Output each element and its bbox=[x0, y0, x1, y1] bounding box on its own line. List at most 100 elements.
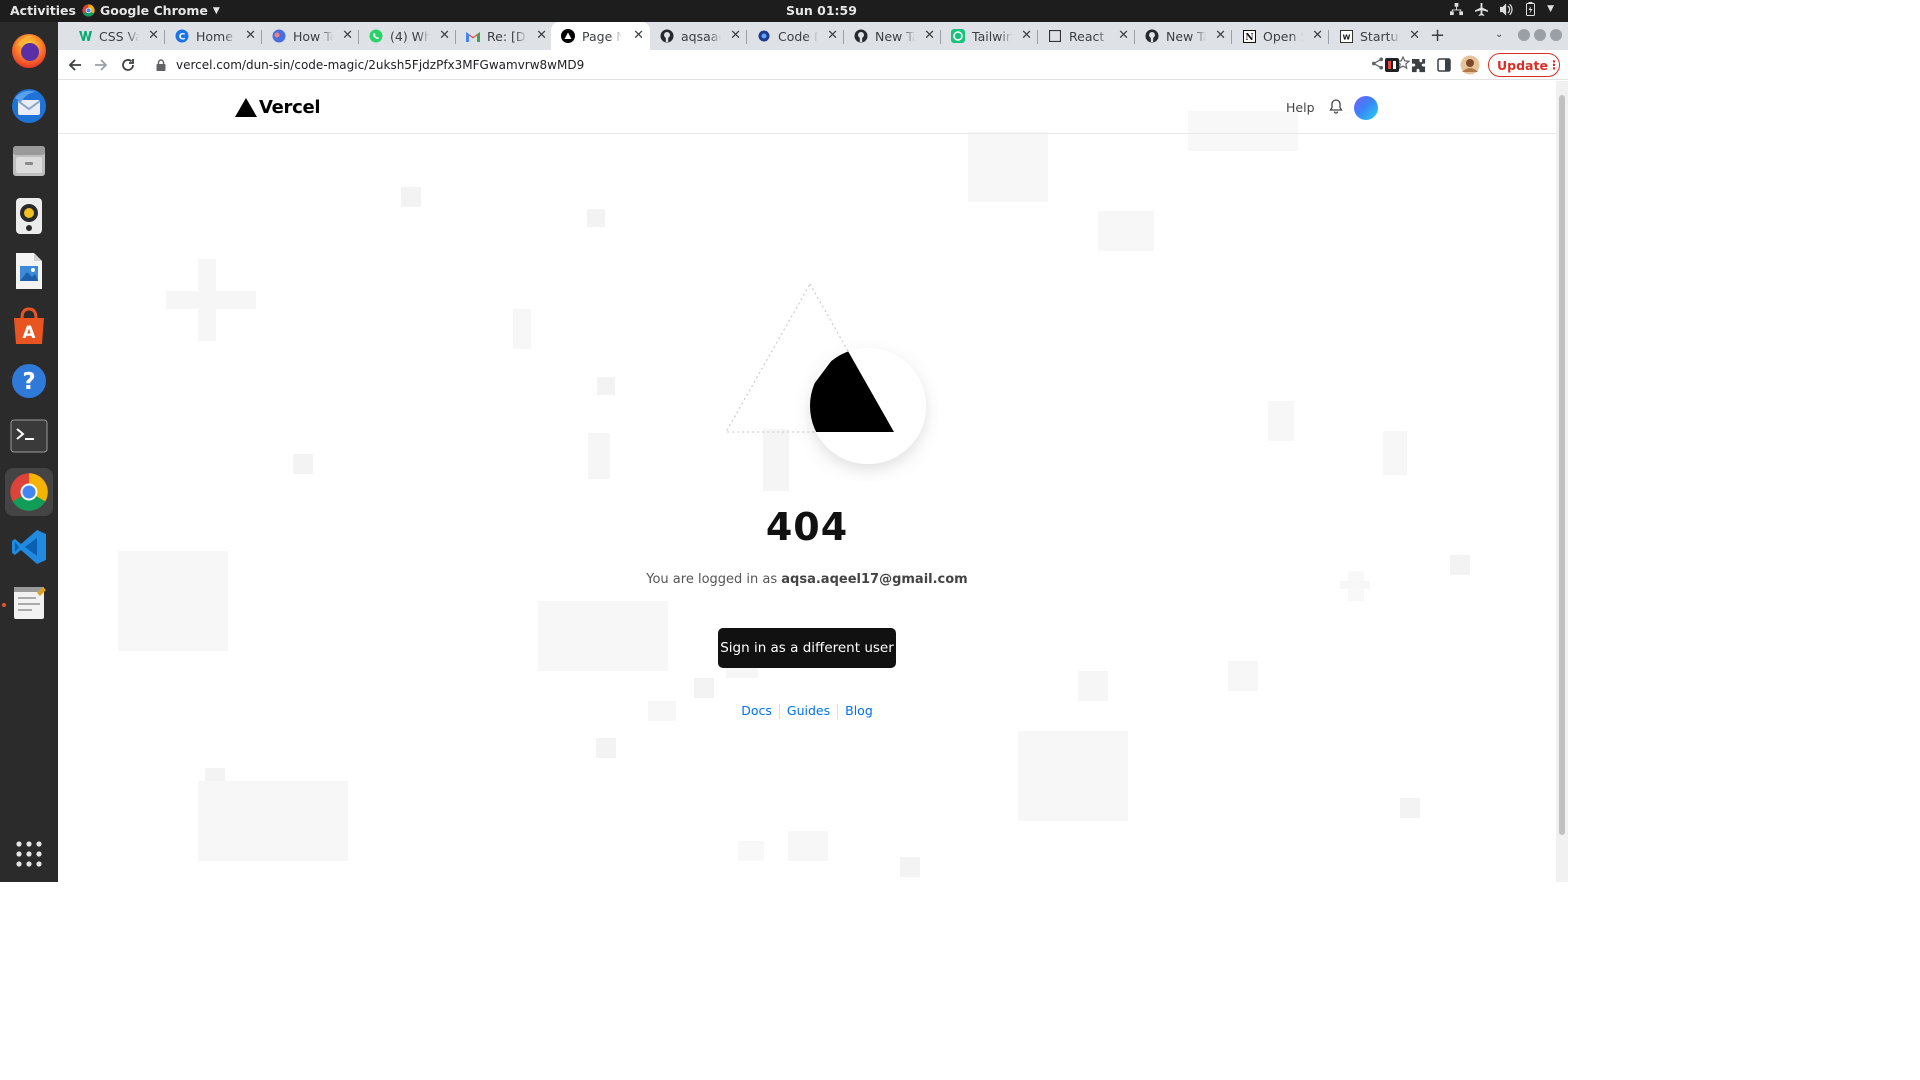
close-icon[interactable]: ✕ bbox=[1215, 28, 1226, 43]
close-icon[interactable]: ✕ bbox=[342, 28, 353, 43]
more-vert-icon: ⋮ bbox=[1547, 58, 1560, 72]
extension-icon[interactable] bbox=[1381, 54, 1403, 76]
close-icon[interactable]: ✕ bbox=[730, 28, 741, 43]
close-icon[interactable]: ✕ bbox=[924, 28, 935, 43]
bg-pixel bbox=[1383, 431, 1407, 475]
tab[interactable]: Code M ✕ bbox=[747, 22, 844, 50]
close-window-button[interactable] bbox=[1550, 29, 1562, 41]
tab-search-chevron-icon[interactable]: ⌄ bbox=[1495, 29, 1503, 40]
sign-in-different-user-button[interactable]: Sign in as a different user bbox=[718, 628, 896, 668]
airplane-icon bbox=[1475, 2, 1489, 16]
dock: A ? bbox=[0, 22, 58, 882]
svg-text:W: W bbox=[1342, 33, 1350, 41]
tab[interactable]: New Ta ✕ bbox=[844, 22, 941, 50]
address-bar[interactable]: vercel.com/dun-sin/code-magic/2uksh5Fjdz… bbox=[146, 52, 1411, 78]
page-icon bbox=[1048, 29, 1062, 43]
update-button[interactable]: Update ⋮ bbox=[1488, 53, 1560, 77]
tab[interactable]: How To ✕ bbox=[262, 22, 359, 50]
help-link[interactable]: Help bbox=[1286, 100, 1315, 115]
error-illustration bbox=[724, 282, 926, 464]
tab-active[interactable]: Page No ✕ bbox=[551, 22, 650, 50]
puzzle-extensions-icon[interactable] bbox=[1407, 54, 1429, 76]
user-avatar[interactable] bbox=[1354, 96, 1378, 120]
tab[interactable]: Tailwin ✕ bbox=[941, 22, 1038, 50]
new-tab-button[interactable]: + bbox=[1430, 25, 1445, 46]
close-icon[interactable]: ✕ bbox=[827, 28, 838, 43]
url-text[interactable]: vercel.com/dun-sin/code-magic/2uksh5Fjdz… bbox=[176, 58, 584, 72]
activities-button[interactable]: Activities bbox=[10, 3, 76, 18]
forward-button[interactable] bbox=[90, 54, 112, 76]
tab[interactable]: New Ta ✕ bbox=[1135, 22, 1232, 50]
vercel-triangle-icon bbox=[235, 98, 257, 117]
software-launcher[interactable]: A bbox=[5, 302, 53, 350]
tab[interactable]: N Open S ✕ bbox=[1232, 22, 1329, 50]
vercel-logo[interactable]: Vercel bbox=[235, 97, 321, 118]
notification-bell-icon[interactable] bbox=[1329, 99, 1343, 118]
show-apps-button[interactable] bbox=[5, 830, 53, 878]
openai-icon bbox=[951, 29, 965, 43]
minimize-button[interactable] bbox=[1518, 29, 1530, 41]
notion-icon: N bbox=[1242, 29, 1256, 43]
tab[interactable]: React + ✕ bbox=[1038, 22, 1135, 50]
globe-icon bbox=[272, 29, 286, 43]
clock[interactable]: Sun 01:59 bbox=[786, 3, 857, 18]
profile-avatar-icon[interactable] bbox=[1459, 54, 1481, 76]
bg-pixel bbox=[1018, 731, 1128, 821]
side-panel-icon[interactable] bbox=[1433, 54, 1455, 76]
writer-launcher[interactable] bbox=[5, 247, 53, 295]
logged-in-prefix: You are logged in as bbox=[646, 572, 778, 587]
svg-text:N: N bbox=[1245, 33, 1253, 43]
chrome-launcher[interactable] bbox=[5, 468, 53, 516]
close-icon[interactable]: ✕ bbox=[536, 28, 547, 43]
close-icon[interactable]: ✕ bbox=[633, 28, 644, 43]
github-icon bbox=[660, 29, 674, 43]
bg-pixel bbox=[596, 738, 616, 758]
close-icon[interactable]: ✕ bbox=[1021, 28, 1032, 43]
page-viewport: Vercel Help 404 You are logged in as aqs… bbox=[58, 81, 1556, 882]
page-scrollbar[interactable] bbox=[1556, 81, 1568, 882]
browser-toolbar: vercel.com/dun-sin/code-magic/2uksh5Fjdz… bbox=[58, 50, 1568, 80]
tab[interactable]: (4) Wha ✕ bbox=[359, 22, 456, 50]
close-icon[interactable]: ✕ bbox=[1409, 28, 1420, 43]
close-icon[interactable]: ✕ bbox=[148, 28, 159, 43]
thunderbird-launcher[interactable] bbox=[5, 82, 53, 130]
close-icon[interactable]: ✕ bbox=[1312, 28, 1323, 43]
bg-pixel bbox=[401, 187, 421, 207]
terminal-launcher[interactable] bbox=[5, 412, 53, 460]
docs-link[interactable]: Docs bbox=[734, 703, 779, 719]
github-icon bbox=[854, 29, 868, 43]
system-tray[interactable]: ▼ bbox=[1450, 2, 1554, 16]
bg-pixel bbox=[198, 781, 348, 861]
vscode-launcher[interactable] bbox=[5, 523, 53, 571]
rhythmbox-launcher[interactable] bbox=[5, 192, 53, 240]
bg-pixel bbox=[1400, 798, 1420, 818]
maximize-button[interactable] bbox=[1534, 29, 1546, 41]
scrollbar-thumb[interactable] bbox=[1559, 95, 1565, 835]
guides-link[interactable]: Guides bbox=[780, 703, 837, 719]
bg-pixel bbox=[1268, 401, 1294, 441]
close-icon[interactable]: ✕ bbox=[245, 28, 256, 43]
bg-pixel bbox=[1078, 671, 1108, 701]
tab[interactable]: C Home - ✕ bbox=[165, 22, 262, 50]
bg-pixel bbox=[588, 433, 610, 479]
firefox-launcher[interactable] bbox=[5, 27, 53, 75]
tab[interactable]: W Startup ✕ bbox=[1329, 22, 1426, 50]
tab[interactable]: Re: [Du ✕ bbox=[456, 22, 553, 50]
user-email: aqsa.aqeel17@gmail.com bbox=[781, 572, 968, 587]
close-icon[interactable]: ✕ bbox=[1118, 28, 1129, 43]
tab[interactable]: aqsaaq ✕ bbox=[650, 22, 747, 50]
app-menu[interactable]: Google Chrome ▼ bbox=[82, 3, 220, 18]
lock-icon[interactable] bbox=[156, 59, 166, 71]
help-launcher[interactable]: ? bbox=[5, 357, 53, 405]
firefox-icon bbox=[12, 34, 46, 68]
blog-link[interactable]: Blog bbox=[838, 703, 880, 719]
reload-button[interactable] bbox=[117, 54, 139, 76]
system-top-bar: Activities Google Chrome ▼ Sun 01:59 ▼ bbox=[0, 0, 1568, 22]
text-editor-launcher[interactable] bbox=[5, 578, 53, 626]
volume-icon bbox=[1500, 2, 1514, 16]
tab[interactable]: CSS Vari ✕ bbox=[68, 22, 165, 50]
files-launcher[interactable] bbox=[5, 137, 53, 185]
bg-pixel bbox=[513, 309, 531, 349]
back-button[interactable] bbox=[64, 54, 86, 76]
close-icon[interactable]: ✕ bbox=[439, 28, 450, 43]
